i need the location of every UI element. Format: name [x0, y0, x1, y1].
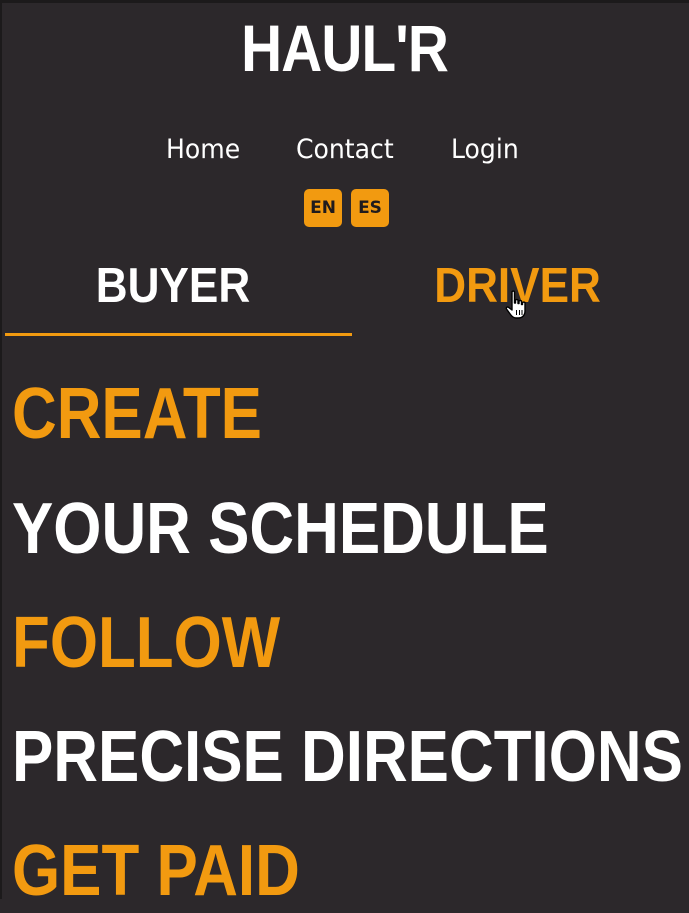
hero-line-create: CREATE [12, 374, 262, 454]
brand-logo[interactable]: HAUL'R [48, 6, 641, 90]
nav-link-home[interactable]: Home [166, 130, 240, 170]
active-tab-underline [5, 333, 352, 336]
language-en-button[interactable]: EN [304, 189, 342, 227]
hand-pointer-cursor-icon [505, 290, 526, 319]
hero-line-get-paid: GET PAID [12, 831, 300, 911]
main-nav: Home Contact Login [0, 130, 689, 170]
language-es-button[interactable]: ES [351, 189, 389, 227]
hero-line-precise-directions: PRECISE DIRECTIONS [12, 717, 683, 797]
nav-link-login[interactable]: Login [451, 130, 519, 170]
hero-line-your-schedule: YOUR SCHEDULE [12, 489, 549, 569]
hero-line-follow: FOLLOW [12, 603, 281, 683]
tab-buyer[interactable]: BUYER [17, 256, 328, 316]
window-top-edge [0, 0, 689, 3]
nav-link-contact[interactable]: Contact [296, 130, 394, 170]
